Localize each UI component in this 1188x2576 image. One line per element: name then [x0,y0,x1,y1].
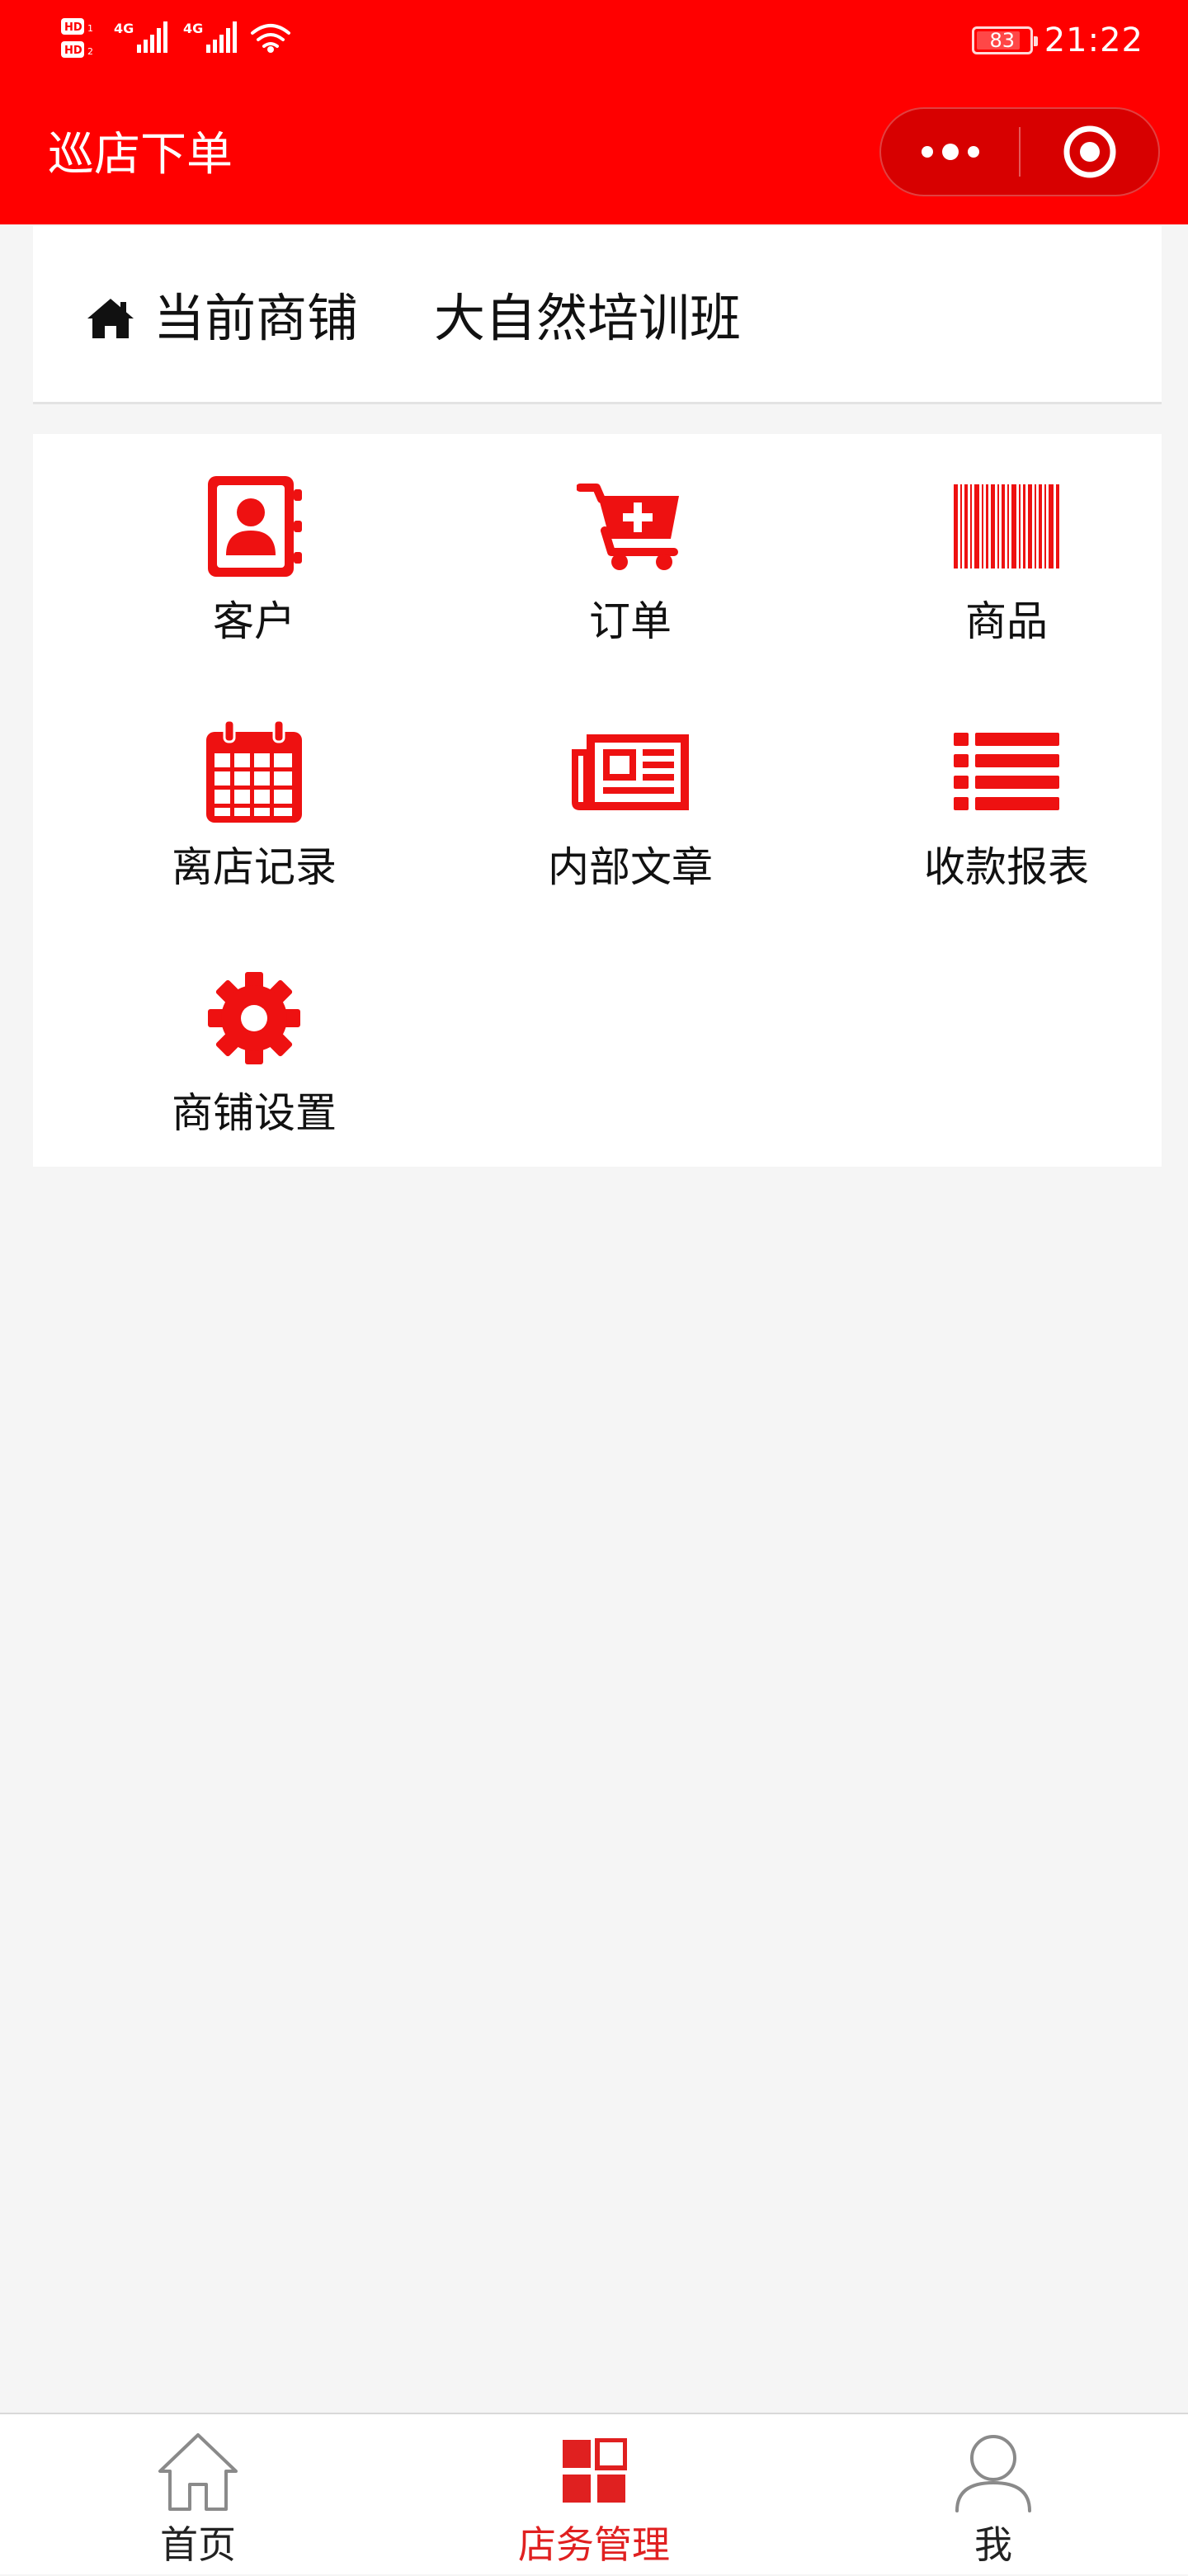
tab-bar: 首页 店务管理 我 [0,2413,1188,2574]
menu-item-label: 离店记录 [172,843,337,891]
calendar-icon [206,719,302,823]
menu-item-orders[interactable]: 订单 [507,451,754,665]
home-icon [87,299,134,338]
status-time: 21:22 [1044,21,1143,59]
status-bar-right: 83 21:22 [971,15,1143,66]
tab-home[interactable]: 首页 [74,2414,322,2576]
newspaper-icon [572,734,689,810]
tab-me[interactable]: 我 [870,2414,1117,2576]
battery-icon: 83 [971,26,1038,54]
menu-item-departure-records[interactable]: 离店记录 [130,696,378,911]
page-title: 巡店下单 [48,128,233,182]
close-mini-program-button[interactable] [1021,109,1158,195]
menu-item-label: 订单 [589,597,672,645]
tab-label: 我 [974,2522,1012,2567]
cart-plus-icon [577,484,679,570]
list-icon [954,733,1059,810]
menu-item-internal-articles[interactable]: 内部文章 [507,696,754,911]
home-outline-icon [158,2433,238,2511]
top-bar: HD HD 1 2 4G 4G 83 21:22 巡店下单 [0,0,1188,224]
network-label-1: 4G [114,21,134,36]
svg-text:2: 2 [87,46,93,57]
user-outline-icon [955,2435,1031,2512]
tab-store-management[interactable]: 店务管理 [470,2414,718,2576]
svg-text:1: 1 [87,23,93,34]
barcode-icon [954,484,1059,569]
menu-item-products[interactable]: 商品 [883,451,1130,665]
hd-badge-1: HD [64,21,82,34]
more-button[interactable] [881,109,1019,195]
network-label-2: 4G [183,21,203,36]
signal-icon: HD HD 1 2 4G 4G [61,18,290,58]
status-bar-indicators: HD HD 1 2 4G 4G [58,15,297,66]
menu-item-shop-settings[interactable]: 商铺设置 [130,942,378,1157]
more-dots-icon [921,144,979,160]
contacts-book-icon [208,476,302,577]
battery-level: 83 [989,29,1015,52]
menu-item-label: 客户 [213,597,295,645]
menu-item-label: 商品 [965,597,1048,645]
menu-item-label: 内部文章 [548,843,713,891]
shop-label: 当前商铺 [153,288,359,348]
current-shop-card[interactable]: 当前商铺 大自然培训班 [33,226,1162,404]
menu-item-label: 商铺设置 [172,1089,337,1137]
gear-icon [208,972,300,1064]
shop-name: 大自然培训班 [434,288,742,348]
tab-label: 首页 [160,2522,236,2567]
grid-squares-icon [563,2438,627,2503]
target-circle-icon [1063,125,1115,178]
mini-program-capsule [879,107,1160,196]
menu-item-customers[interactable]: 客户 [130,451,378,665]
tab-label: 店务管理 [518,2522,670,2567]
menu-item-payment-reports[interactable]: 收款报表 [883,696,1130,911]
menu-item-label: 收款报表 [924,843,1089,891]
menu-grid: 客户 订单 商品 离店记录 内部文章 收款报表 商铺设置 [33,434,1162,1167]
hd-badge-2: HD [64,45,82,57]
